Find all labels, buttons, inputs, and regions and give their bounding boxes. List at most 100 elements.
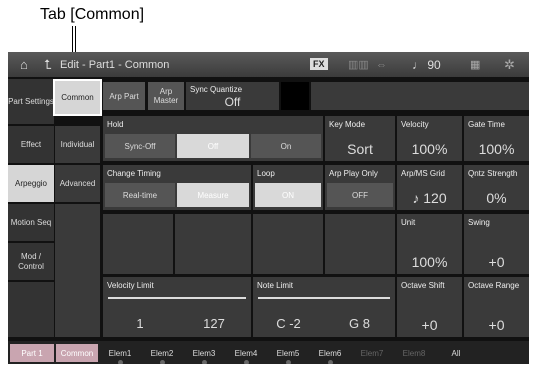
arp-part-button[interactable]: Arp Part: [103, 82, 145, 110]
gear-icon[interactable]: ✲: [504, 52, 515, 77]
usb-icon: ⇔: [376, 58, 387, 71]
elem4-button[interactable]: Elem4: [226, 344, 266, 364]
unit-value: 100%: [411, 254, 448, 270]
key-mode-label: Key Mode: [329, 120, 366, 129]
arp-play-only-label: Arp Play Only: [329, 169, 378, 178]
note-icon: ♪: [412, 190, 420, 206]
gate-time-value: 100%: [478, 141, 515, 157]
tab-advanced[interactable]: Advanced: [55, 165, 100, 202]
elem3-dot: [202, 360, 207, 364]
arp-play-only-toggle[interactable]: OFF: [327, 183, 393, 207]
elem2-dot: [160, 360, 165, 364]
sync-quantize-field[interactable]: Sync Quantize Off: [186, 82, 279, 110]
octave-range-label: Octave Range: [468, 281, 520, 290]
callout-label: Tab [Common]: [40, 6, 145, 23]
elem2-label: Elem2: [150, 348, 174, 358]
qntz-strength-label: Qntz Strength: [468, 169, 518, 178]
octave-shift-value: +0: [421, 317, 438, 333]
hold-sync-off[interactable]: Sync-Off: [105, 134, 175, 158]
qntz-strength-value: 0%: [486, 190, 507, 206]
arp-master-button[interactable]: Arp Master: [148, 82, 184, 110]
elem7-button[interactable]: Elem7: [352, 344, 392, 362]
loop-label: Loop: [257, 169, 275, 178]
note-limit-slider[interactable]: [258, 297, 390, 299]
loop-toggle[interactable]: ON: [255, 183, 321, 207]
note-limit-field[interactable]: Note Limit C -2 G 8: [253, 277, 395, 337]
timing-measure[interactable]: Measure: [177, 183, 249, 207]
note-limit-label: Note Limit: [257, 281, 294, 290]
gate-time-field[interactable]: Gate Time 100%: [464, 116, 529, 161]
elem5-button[interactable]: Elem5: [268, 344, 308, 364]
arp-ms-grid-field[interactable]: Arp/MS Grid ♪ 120: [397, 165, 462, 210]
swing-field[interactable]: Swing +0: [464, 214, 529, 274]
empty-cell-2: [175, 214, 251, 274]
elem8-button[interactable]: Elem8: [394, 344, 434, 362]
unit-label: Unit: [401, 218, 416, 227]
tab-mod-control[interactable]: Mod / Control: [8, 243, 54, 280]
fx-indicator: FX: [310, 58, 328, 70]
octave-shift-label: Octave Shift: [401, 281, 445, 290]
hold-off-label: Off: [207, 141, 219, 151]
elem3-button[interactable]: Elem3: [184, 344, 224, 364]
tab-empty-2: [55, 204, 100, 337]
meter-icon: ▥▥: [348, 59, 369, 71]
change-timing-label: Change Timing: [107, 169, 161, 178]
octave-range-value: +0: [488, 317, 505, 333]
tab-common[interactable]: Common: [53, 79, 102, 116]
velocity-value: 100%: [411, 141, 448, 157]
sync-quantize-value: Off: [224, 95, 241, 109]
hold-on[interactable]: On: [251, 134, 321, 158]
loop-value: ON: [282, 190, 294, 200]
empty-cell-3: [253, 214, 323, 274]
elem4-label: Elem4: [234, 348, 258, 358]
arp-ms-grid-value: ♪ 120: [397, 190, 462, 206]
timing-realtime[interactable]: Real-time: [105, 183, 175, 207]
tab-empty: [8, 282, 54, 337]
elem4-dot: [244, 360, 249, 364]
part-selector[interactable]: Part 1: [10, 344, 54, 362]
tempo[interactable]: ♩ 90: [412, 52, 441, 77]
velocity-limit-slider[interactable]: [108, 297, 246, 299]
swing-value: +0: [488, 254, 505, 270]
elem1-button[interactable]: Elem1: [100, 344, 140, 364]
tab-motion-seq[interactable]: Motion Seq: [8, 204, 54, 241]
home-icon[interactable]: ⌂: [20, 52, 28, 77]
tab-effect[interactable]: Effect: [8, 126, 54, 163]
elem6-button[interactable]: Elem6: [310, 344, 350, 364]
elem5-dot: [286, 360, 291, 364]
sync-quantize-label: Sync Quantize: [190, 85, 243, 94]
grid-icon[interactable]: ▦: [470, 52, 480, 77]
all-button[interactable]: All: [436, 344, 476, 362]
velocity-field[interactable]: Velocity 100%: [397, 116, 462, 161]
elem5-label: Elem5: [276, 348, 300, 358]
swing-label: Swing: [468, 218, 490, 227]
octave-range-field[interactable]: Octave Range +0: [464, 277, 529, 337]
velocity-label: Velocity: [401, 120, 429, 129]
key-mode-value: Sort: [347, 141, 373, 157]
elem6-label: Elem6: [318, 348, 342, 358]
elem3-label: Elem3: [192, 348, 216, 358]
key-mode-field[interactable]: Key Mode Sort: [325, 116, 395, 161]
color-swatch: [281, 82, 309, 110]
top-bar: ⌂ ⮤ Edit - Part1 - Common FX ▥▥ ⇔ ♩ 90 ▦…: [8, 52, 529, 77]
common-selector[interactable]: Common: [56, 344, 98, 362]
hold-off[interactable]: Off: [177, 134, 249, 158]
qntz-strength-field[interactable]: Qntz Strength 0%: [464, 165, 529, 210]
elem2-button[interactable]: Elem2: [142, 344, 182, 364]
back-icon[interactable]: ⮤: [44, 52, 52, 77]
timing-measure-label: Measure: [197, 190, 229, 200]
note-limit-high: G 8: [349, 316, 370, 331]
unit-field[interactable]: Unit 100%: [397, 214, 462, 274]
arp-ms-grid-label: Arp/MS Grid: [401, 169, 446, 178]
page-title: Edit - Part1 - Common: [60, 58, 170, 71]
elem6-dot: [328, 360, 333, 364]
velocity-limit-field[interactable]: Velocity Limit 1 127: [103, 277, 251, 337]
synth-screen: ⌂ ⮤ Edit - Part1 - Common FX ▥▥ ⇔ ♩ 90 ▦…: [8, 52, 529, 364]
empty-cell-4: [325, 214, 395, 274]
tab-part-settings[interactable]: Part Settings: [8, 79, 54, 124]
octave-shift-field[interactable]: Octave Shift +0: [397, 277, 462, 337]
tab-arpeggio[interactable]: Arpeggio: [8, 165, 54, 202]
velocity-limit-low: 1: [136, 316, 144, 331]
tab-individual[interactable]: Individual: [55, 126, 100, 163]
header-strip: [311, 82, 529, 110]
